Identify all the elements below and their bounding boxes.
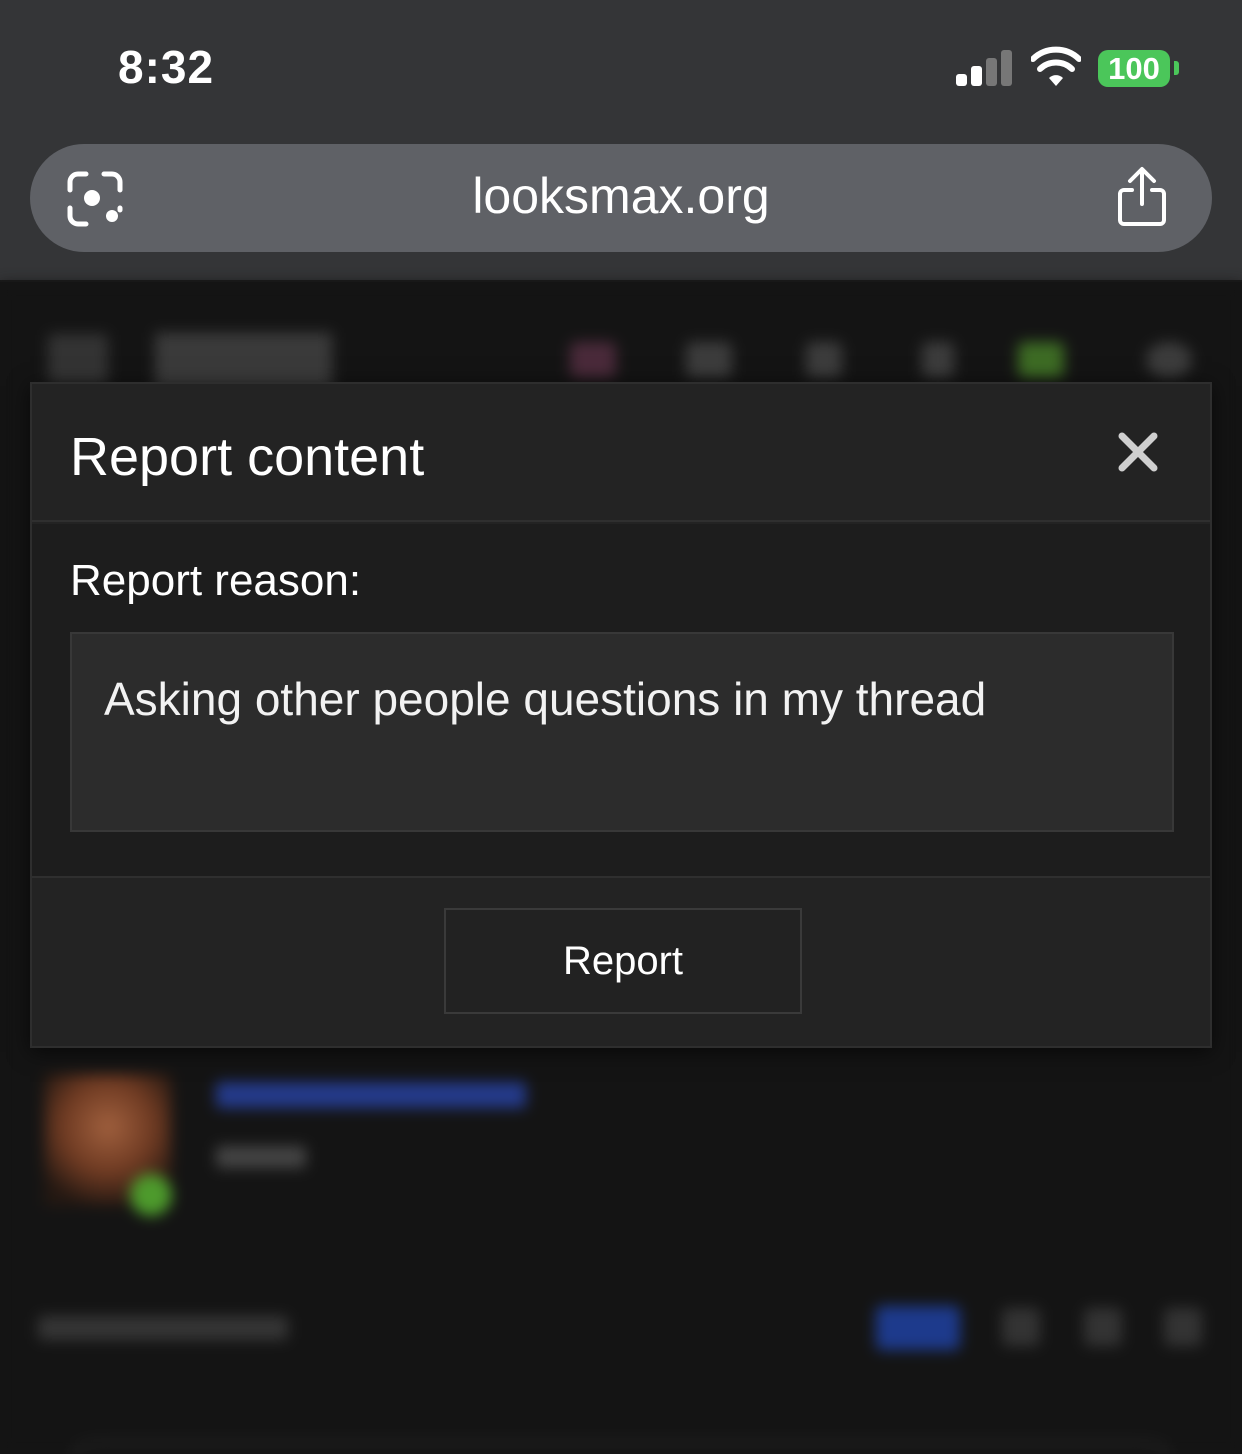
blurred-new-badge (876, 1306, 960, 1350)
cellular-signal-icon (956, 50, 1014, 86)
chat-icon (1018, 342, 1064, 378)
modal-header: Report content (32, 384, 1210, 522)
bell-icon (806, 342, 842, 378)
report-reason-label: Report reason: (70, 556, 362, 605)
status-time: 8:32 (118, 41, 215, 93)
report-modal: Report content Report reason: Asking oth… (30, 382, 1212, 1048)
bookmark-icon (1084, 1308, 1122, 1346)
battery-indicator: 100 (1098, 50, 1170, 87)
menu-icon (48, 334, 108, 386)
blurred-timestamp (38, 1316, 288, 1340)
modal-footer: Report (32, 880, 1210, 1046)
address-bar[interactable]: looksmax.org (30, 144, 1212, 252)
modal-title: Report content (70, 427, 425, 487)
report-reason-input[interactable]: Asking other people questions in my thre… (70, 632, 1174, 832)
search-icon (1146, 342, 1192, 378)
blurred-bottom-panel (58, 1442, 1184, 1454)
wifi-icon (1031, 46, 1081, 86)
url-text[interactable]: looksmax.org (30, 167, 1212, 225)
browser-chrome: 8:32 100 looksmax.org (0, 0, 1242, 282)
online-indicator (130, 1174, 172, 1216)
share-post-icon (1002, 1308, 1040, 1346)
post-number-icon (1164, 1308, 1202, 1346)
mail-icon (686, 342, 732, 378)
blurred-user-title (216, 1146, 306, 1168)
bolt-icon (922, 342, 954, 378)
battery-tip (1174, 61, 1179, 75)
share-icon[interactable] (1116, 166, 1168, 228)
checkmark-icon (570, 342, 616, 378)
modal-body: Report reason: Asking other people quest… (32, 524, 1210, 878)
blurred-username (216, 1082, 526, 1108)
report-button[interactable]: Report (444, 908, 802, 1014)
close-icon[interactable] (1116, 430, 1160, 474)
